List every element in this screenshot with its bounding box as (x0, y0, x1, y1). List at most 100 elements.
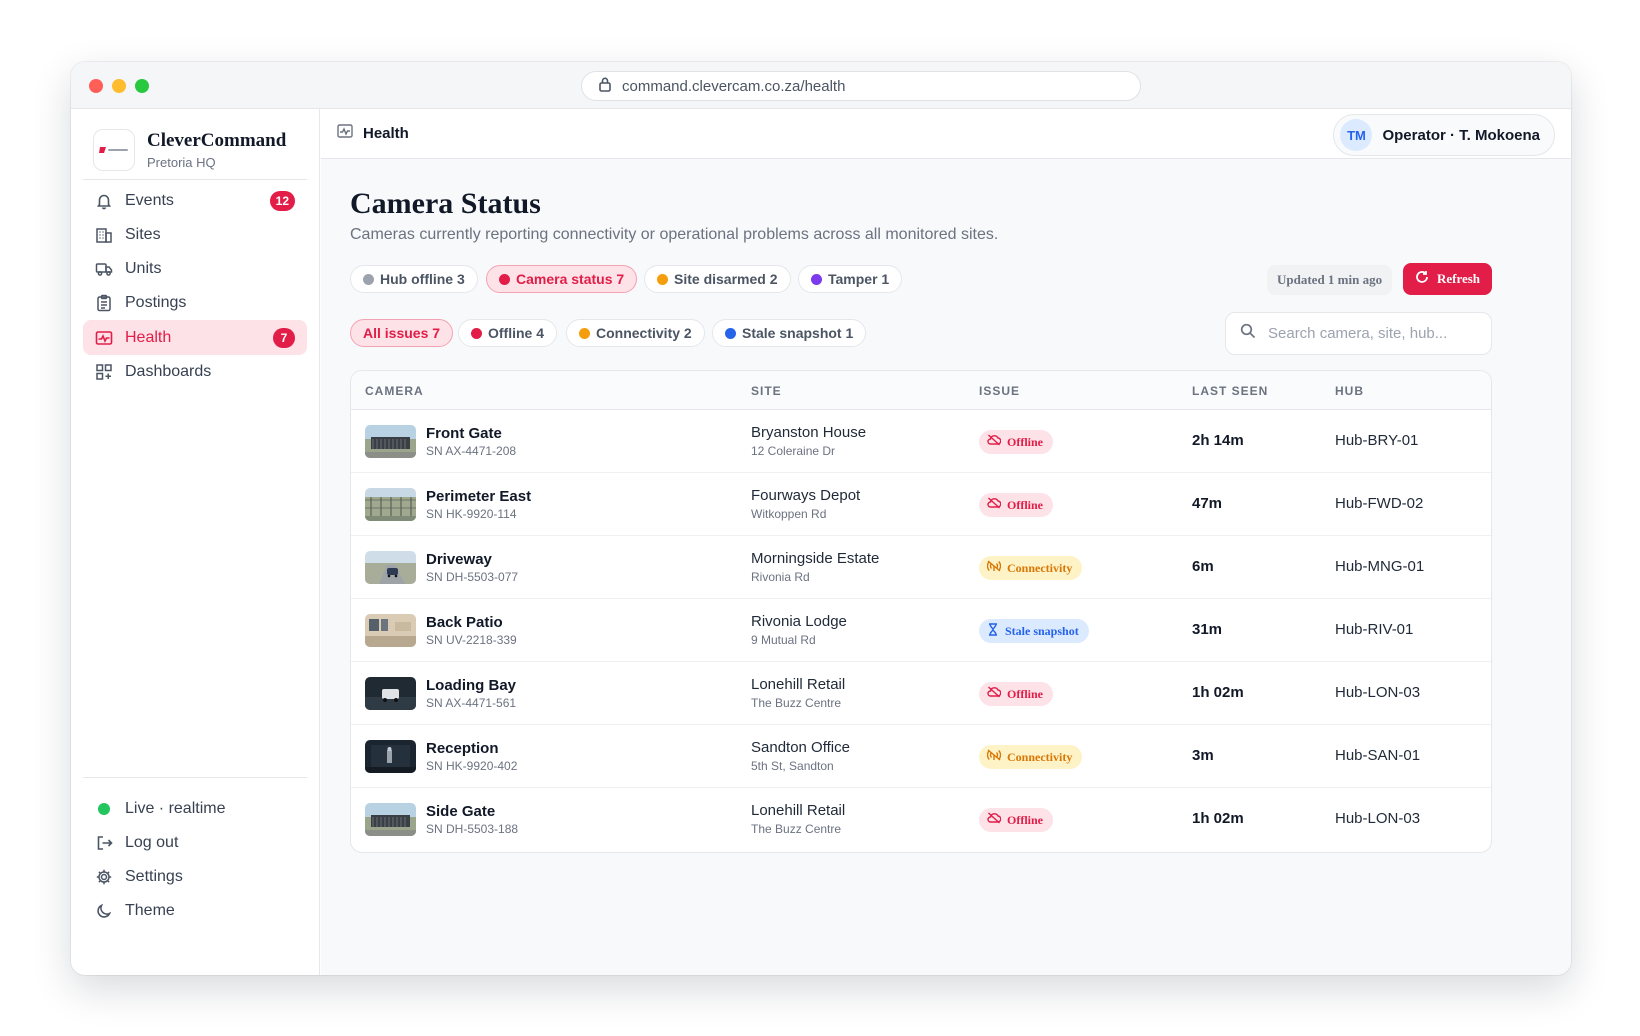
table-row[interactable]: Front Gate SN AX-4471-208 Bryanston House 1… (351, 410, 1491, 473)
last-seen: 2h 14m (1192, 432, 1244, 449)
camera-serial: SN DH-5503-077 (426, 570, 519, 584)
camera-name: Perimeter East (426, 488, 532, 505)
lock-icon (598, 76, 612, 96)
cloud-off-icon (987, 434, 1002, 450)
sidebar-divider (83, 179, 307, 180)
main-nav: Events 12 Sites Units Postings Health 7 (83, 184, 307, 389)
camera-name: Back Patio (426, 614, 503, 631)
column-header-site: SITE (751, 384, 782, 398)
issue-label: Stale snapshot (1005, 623, 1079, 638)
sidebar-item-units[interactable]: Units (83, 252, 307, 286)
hourglass-icon (987, 622, 999, 640)
camera-thumbnail (365, 614, 416, 647)
table-row[interactable]: Reception SN HK-9920-402 Sandton Office 5th… (351, 725, 1491, 788)
camera-serial: SN AX-4471-208 (426, 444, 517, 458)
issue-label: Offline (1007, 497, 1043, 512)
sidebar-item-health[interactable]: Health 7 (83, 320, 307, 355)
camera-name: Driveway (426, 551, 492, 568)
cloud-off-icon (987, 812, 1002, 828)
sidebar-item-dashboards[interactable]: Dashboards (83, 355, 307, 389)
filter-chip-stale-snapshot[interactable]: Stale snapshot 1 (712, 319, 867, 347)
camera-thumbnail (365, 425, 416, 458)
site-address: Rivonia Rd (751, 570, 810, 584)
sidebar-item-postings[interactable]: Postings (83, 286, 307, 320)
camera-serial: SN UV-2218-339 (426, 633, 517, 647)
sidebar-item-label: Sites (125, 226, 161, 243)
column-header-issue: ISSUE (979, 384, 1021, 398)
last-seen: 6m (1192, 558, 1214, 575)
main-content: Health TM Operator · T. Mokoena Camera S… (321, 109, 1571, 975)
topbar-title: Health (363, 125, 409, 142)
status-dot (725, 327, 736, 339)
camera-serial: SN HK-9920-114 (426, 507, 517, 521)
refresh-button[interactable]: Refresh (1403, 263, 1492, 295)
refresh-label: Refresh (1436, 271, 1481, 286)
issue-badge: Stale snapshot (979, 619, 1089, 643)
filter-chip-all-issues[interactable]: All issues 7 (350, 319, 454, 347)
bell-icon (95, 192, 113, 210)
hub-id: Hub-RIV-01 (1335, 621, 1414, 638)
grid-icon (95, 363, 113, 381)
column-header-hub: HUB (1335, 384, 1364, 398)
sidebar-item-label: Dashboards (125, 363, 212, 380)
column-header-last-seen: LAST SEEN (1192, 384, 1269, 398)
camera-thumbnail (365, 803, 416, 836)
live-status: Live · realtime (83, 792, 307, 826)
table-row[interactable]: Back Patio SN UV-2218-339 Rivonia Lodge 9 M… (351, 599, 1491, 662)
issue-badge: Offline (979, 682, 1053, 706)
refresh-icon (1415, 270, 1429, 288)
filter-chip-offline[interactable]: Offline 4 (458, 319, 558, 347)
status-dot (811, 273, 822, 285)
events-count-badge: 12 (269, 191, 295, 211)
camera-name: Loading Bay (426, 677, 517, 694)
chip-label: Stale snapshot 1 (742, 325, 854, 341)
site-address: The Buzz Centre (751, 822, 842, 836)
table-row[interactable]: Side Gate SN DH-5503-188 Lonehill Retail Th… (351, 788, 1491, 851)
clipboard-icon (95, 294, 113, 312)
signal-off-icon (986, 749, 1002, 765)
category-chip-site-disarmed[interactable]: Site disarmed 2 (644, 265, 791, 293)
filter-chip-connectivity[interactable]: Connectivity 2 (566, 319, 705, 347)
operator-menu[interactable]: TM Operator · T. Mokoena (1333, 114, 1555, 156)
sidebar-item-events[interactable]: Events 12 (83, 184, 307, 218)
maximize-window-button[interactable] (135, 79, 149, 93)
theme-label: Theme (125, 902, 175, 919)
search-icon (1240, 323, 1256, 344)
address-bar[interactable]: command.clevercam.co.za/health (581, 71, 1141, 101)
chip-label: Camera status 7 (516, 271, 625, 287)
truck-icon (95, 260, 113, 278)
theme-button[interactable]: Theme (83, 894, 307, 928)
page-subtitle: Cameras currently reporting connectivity… (350, 226, 999, 243)
settings-button[interactable]: Settings (83, 860, 307, 894)
sidebar: CleverCommand Pretoria HQ Events 12 Site… (71, 109, 320, 975)
sidebar-item-label: Postings (125, 294, 187, 311)
minimize-window-button[interactable] (112, 79, 126, 93)
category-chip-camera-status[interactable]: Camera status 7 (486, 265, 638, 293)
logout-button[interactable]: Log out (83, 826, 307, 860)
search-box[interactable] (1225, 312, 1492, 355)
issue-label: Offline (1007, 434, 1043, 449)
close-window-button[interactable] (89, 79, 103, 93)
table-row[interactable]: Driveway SN DH-5503-077 Morningside Estate… (351, 536, 1491, 599)
brand-logo (93, 129, 135, 171)
chip-label: All issues 7 (363, 325, 441, 341)
cloud-off-icon (987, 497, 1002, 513)
search-input[interactable] (1268, 325, 1468, 342)
sidebar-item-sites[interactable]: Sites (83, 218, 307, 252)
table-row[interactable]: Loading Bay SN AX-4471-561 Lonehill Retail… (351, 662, 1491, 725)
issue-badge: Offline (979, 430, 1053, 454)
table-row[interactable]: Perimeter East SN HK-9920-114 Fourways Dep… (351, 473, 1491, 536)
column-header-camera: CAMERA (365, 384, 424, 398)
moon-icon (95, 902, 113, 920)
live-status-dot (98, 803, 110, 815)
page-title: Camera Status (350, 187, 541, 220)
issue-label: Connectivity (1007, 560, 1073, 575)
category-chip-tamper[interactable]: Tamper 1 (798, 265, 903, 293)
building-icon (95, 226, 113, 244)
chip-label: Connectivity 2 (596, 325, 692, 341)
cloud-off-icon (987, 686, 1002, 702)
category-chip-hub-offline[interactable]: Hub offline 3 (350, 265, 478, 293)
last-seen: 31m (1192, 621, 1223, 638)
hub-id: Hub-BRY-01 (1335, 432, 1419, 449)
status-dot (363, 273, 374, 285)
